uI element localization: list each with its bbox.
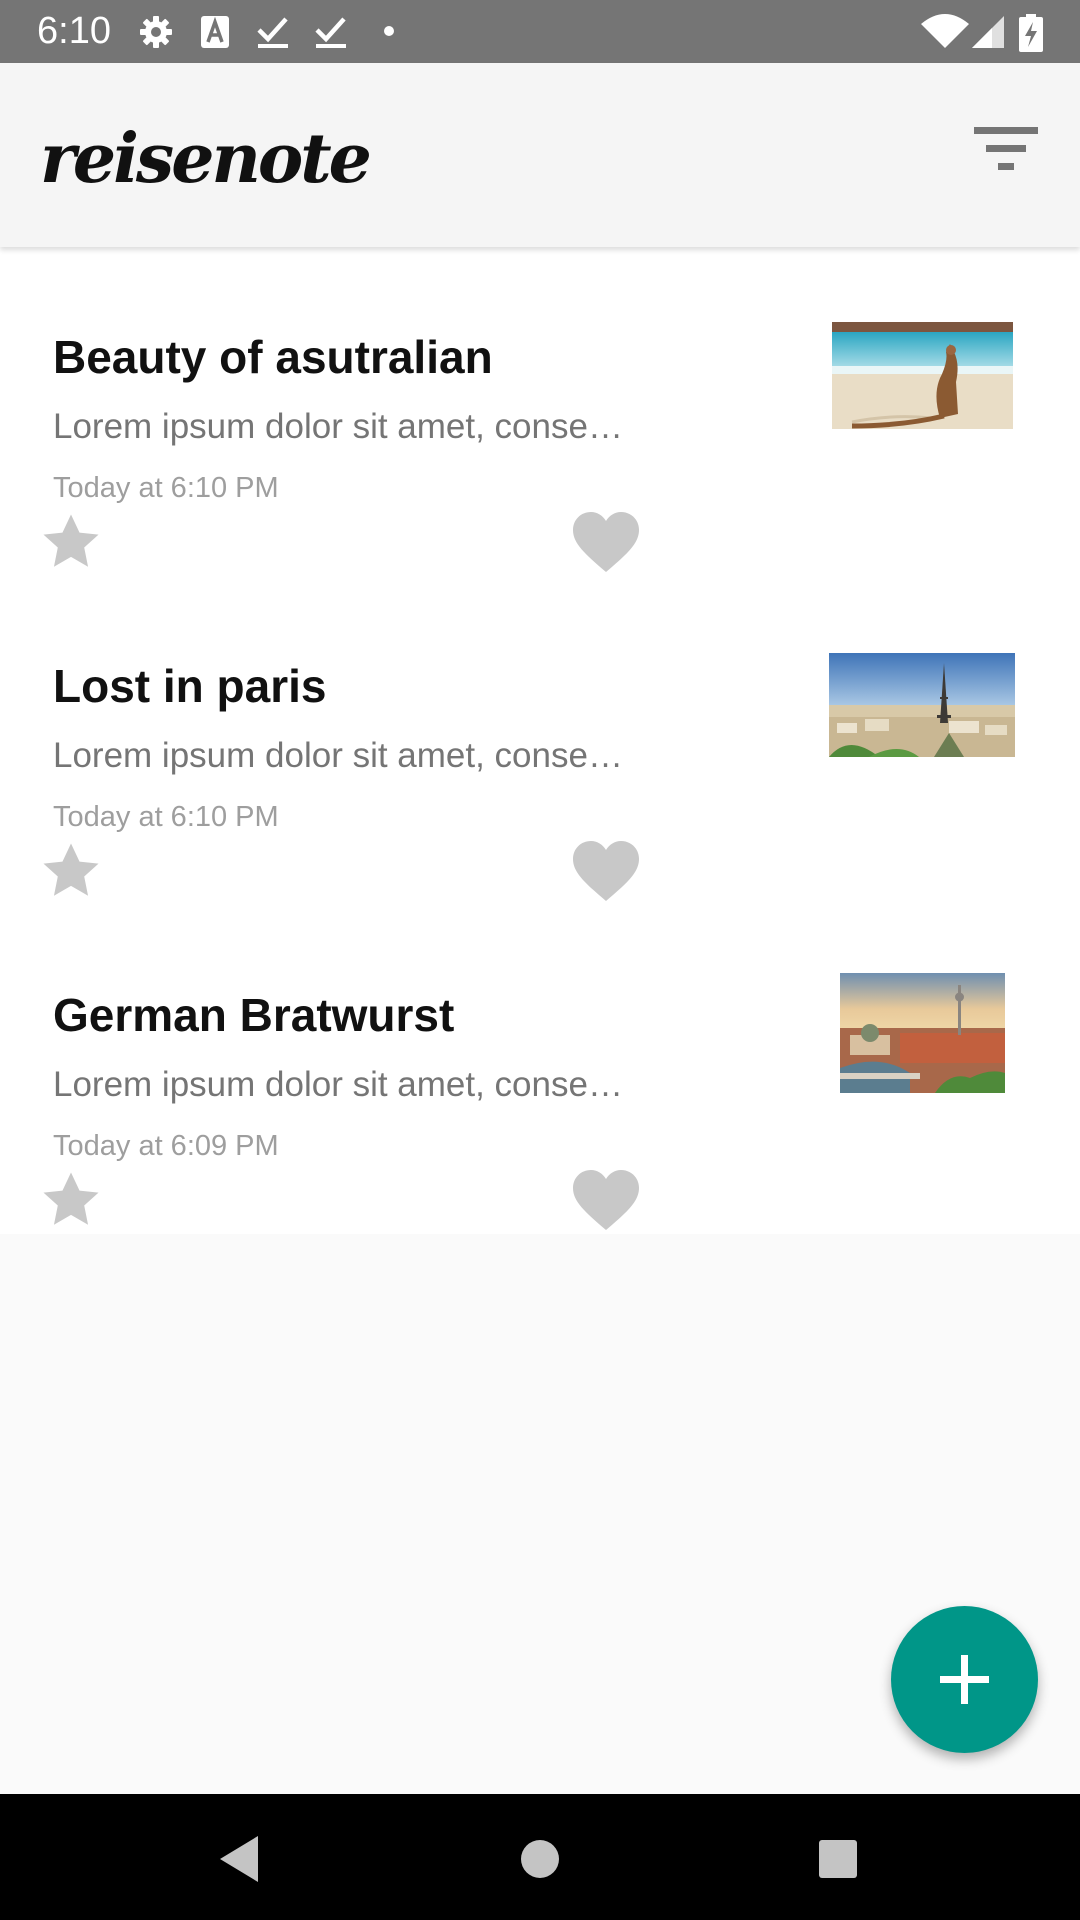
star-icon [43, 1172, 99, 1225]
star-button[interactable] [38, 838, 104, 904]
heart-button[interactable] [570, 509, 642, 575]
home-button[interactable] [505, 1824, 575, 1894]
status-bar: 6:10 [0, 0, 1080, 63]
heart-icon [573, 841, 639, 901]
filter-button[interactable] [966, 109, 1046, 189]
back-button[interactable] [204, 1824, 274, 1894]
star-icon [43, 843, 99, 896]
notes-list: Beauty of asutralian Lorem ipsum dolor s… [0, 247, 1080, 1234]
note-title: German Bratwurst [53, 989, 455, 1041]
add-note-button[interactable] [891, 1606, 1038, 1753]
check-icon [257, 17, 288, 48]
wifi-icon [921, 14, 969, 48]
note-card[interactable]: Lost in paris Lorem ipsum dolor sit amet… [0, 576, 1080, 905]
heart-button[interactable] [570, 838, 642, 904]
paris-eiffel-photo[interactable] [829, 653, 1015, 757]
filter-icon [974, 127, 1038, 170]
note-title: Beauty of asutralian [53, 331, 493, 383]
plus-icon [940, 1655, 989, 1704]
berlin-city-photo[interactable] [840, 973, 1005, 1093]
signal-icon [972, 16, 1004, 48]
battery-charging-icon [1019, 14, 1043, 52]
star-icon [43, 514, 99, 567]
app-logo: reisenote [40, 119, 372, 199]
note-date: Today at 6:10 PM [53, 472, 279, 504]
note-card[interactable]: Beauty of asutralian Lorem ipsum dolor s… [0, 247, 1080, 576]
note-date: Today at 6:09 PM [53, 1130, 279, 1162]
heart-icon [573, 512, 639, 572]
heart-icon [573, 1170, 639, 1230]
note-date: Today at 6:10 PM [53, 801, 279, 833]
note-body: Lorem ipsum dolor sit amet, conse… [53, 1065, 623, 1104]
recents-button[interactable] [803, 1824, 873, 1894]
note-body: Lorem ipsum dolor sit amet, conse… [53, 407, 623, 446]
a-keyboard-icon [201, 16, 229, 48]
note-body: Lorem ipsum dolor sit amet, conse… [53, 736, 623, 775]
dot-icon [384, 26, 394, 36]
gear-icon [140, 16, 172, 48]
star-button[interactable] [38, 509, 104, 575]
home-icon [521, 1840, 559, 1878]
status-time: 6:10 [37, 10, 111, 52]
kangaroo-beach-photo[interactable] [832, 322, 1013, 429]
app-bar: reisenote [0, 63, 1080, 247]
heart-button[interactable] [570, 1167, 642, 1233]
note-title: Lost in paris [53, 660, 327, 712]
back-icon [220, 1836, 258, 1882]
check-icon [315, 17, 346, 48]
note-card[interactable]: German Bratwurst Lorem ipsum dolor sit a… [0, 905, 1080, 1234]
recents-icon [819, 1840, 857, 1878]
navigation-bar [0, 1794, 1080, 1920]
star-button[interactable] [38, 1167, 104, 1233]
